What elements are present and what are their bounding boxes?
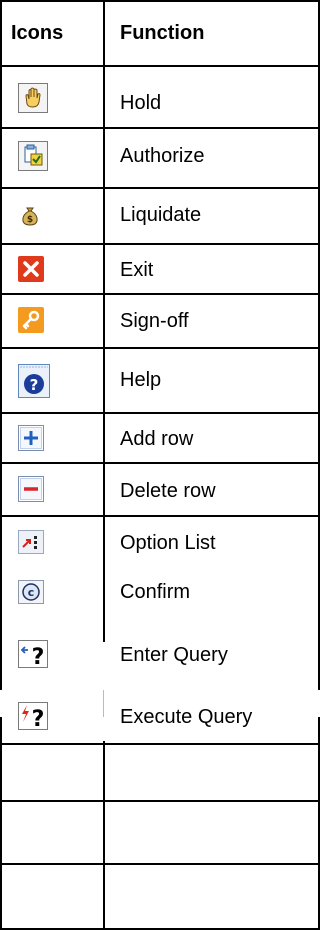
exit-x-icon [18,256,44,287]
delete-row-minus-icon [18,476,44,507]
add-row-plus-icon [18,425,44,456]
svg-text:$: $ [27,215,33,225]
row-function-exit: Exit [120,259,154,281]
liquidate-moneybag-icon: $ [18,203,42,232]
option-list-icon [18,530,44,559]
function-column-header: Function [120,22,205,44]
row-function-sign-off: Sign-off [120,310,189,332]
authorize-icon [18,141,48,176]
row-function-delete-row: Delete row [120,480,216,502]
svg-text:?: ? [32,707,45,730]
row-function-help: Help [120,369,162,391]
help-question-icon: ? [18,364,50,403]
row-function-option-list: Option List [120,532,216,554]
row-function-hold: Hold [120,92,162,114]
svg-text:c: c [28,586,35,599]
row-function-liquidate: Liquidate [120,204,202,226]
confirm-c-icon: c [18,580,44,609]
sign-off-key-icon [18,307,44,338]
svg-text:?: ? [30,376,39,394]
row-function-execute-query: Execute Query [120,706,253,728]
row-function-add-row: Add row [120,428,194,450]
row-function-confirm: Confirm [120,581,191,603]
enter-query-icon: ? [18,640,48,673]
svg-text:?: ? [32,645,45,668]
hold-hand-icon [18,83,48,118]
row-function-enter-query: Enter Query [120,644,228,666]
icons-column-header: Icons [11,22,64,44]
row-function-authorize: Authorize [120,145,205,167]
execute-query-icon: ? [18,702,48,735]
